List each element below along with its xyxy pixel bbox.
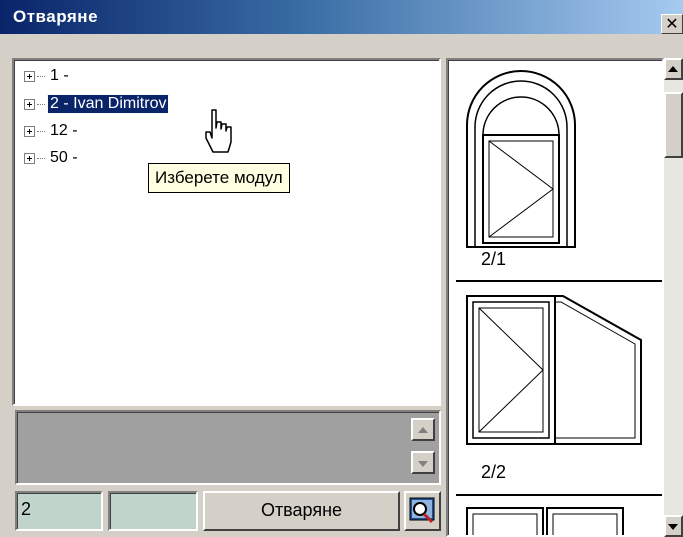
tree-item[interactable]: 50 - [24,147,80,169]
arrow-up-icon [668,66,678,72]
tree-item-label: 50 - [50,149,78,166]
double-window-icon [466,507,624,535]
preview-pane[interactable]: 2/1 2/2 [446,58,664,537]
tree-item-label: 1 - [50,67,69,84]
scrollbar-thumb[interactable] [664,92,683,158]
module-number-field[interactable]: 2 [15,491,103,531]
title-bar[interactable]: Отваряне ✕ [0,0,683,34]
arrow-down-icon [418,461,428,467]
scroll-down-button[interactable] [411,451,435,474]
tooltip: Изберете модул [148,163,290,193]
window-title: Отваряне [13,7,99,26]
tree-item-label: 12 - [50,122,78,139]
expand-icon[interactable] [24,98,35,110]
preview-item[interactable] [456,496,662,535]
preview-item-label: 2/1 [481,249,507,269]
arched-window-icon [466,70,576,248]
search-icon [409,497,435,524]
open-button[interactable]: Отваряне [203,491,400,531]
scroll-down-button[interactable] [664,515,683,537]
preview-item[interactable]: 2/2 [456,282,662,496]
arrow-up-icon [418,427,428,433]
expand-icon[interactable] [24,70,35,82]
description-box[interactable] [15,410,441,485]
search-button[interactable] [404,491,441,531]
preview-scrollbar[interactable] [664,58,683,537]
arrow-down-icon [668,524,678,530]
tree-item-selected[interactable]: 2 - Ivan Dimitrov [24,93,170,115]
tree-item-label: 2 - Ivan Dimitrov [46,94,170,114]
preview-item-label: 2/2 [481,462,507,482]
window-with-panel-icon [466,295,642,445]
title-bar-gradient [0,0,683,34]
scroll-up-button[interactable] [664,58,683,80]
scroll-up-button[interactable] [411,418,435,441]
close-button[interactable]: ✕ [661,14,683,34]
tree-item[interactable]: 1 - [24,65,71,87]
expand-icon[interactable] [24,152,35,164]
expand-icon[interactable] [24,125,35,137]
secondary-field[interactable] [108,491,198,531]
preview-item[interactable]: 2/1 [456,60,662,282]
tree-item[interactable]: 12 - [24,120,80,142]
hand-cursor-icon [205,109,232,153]
